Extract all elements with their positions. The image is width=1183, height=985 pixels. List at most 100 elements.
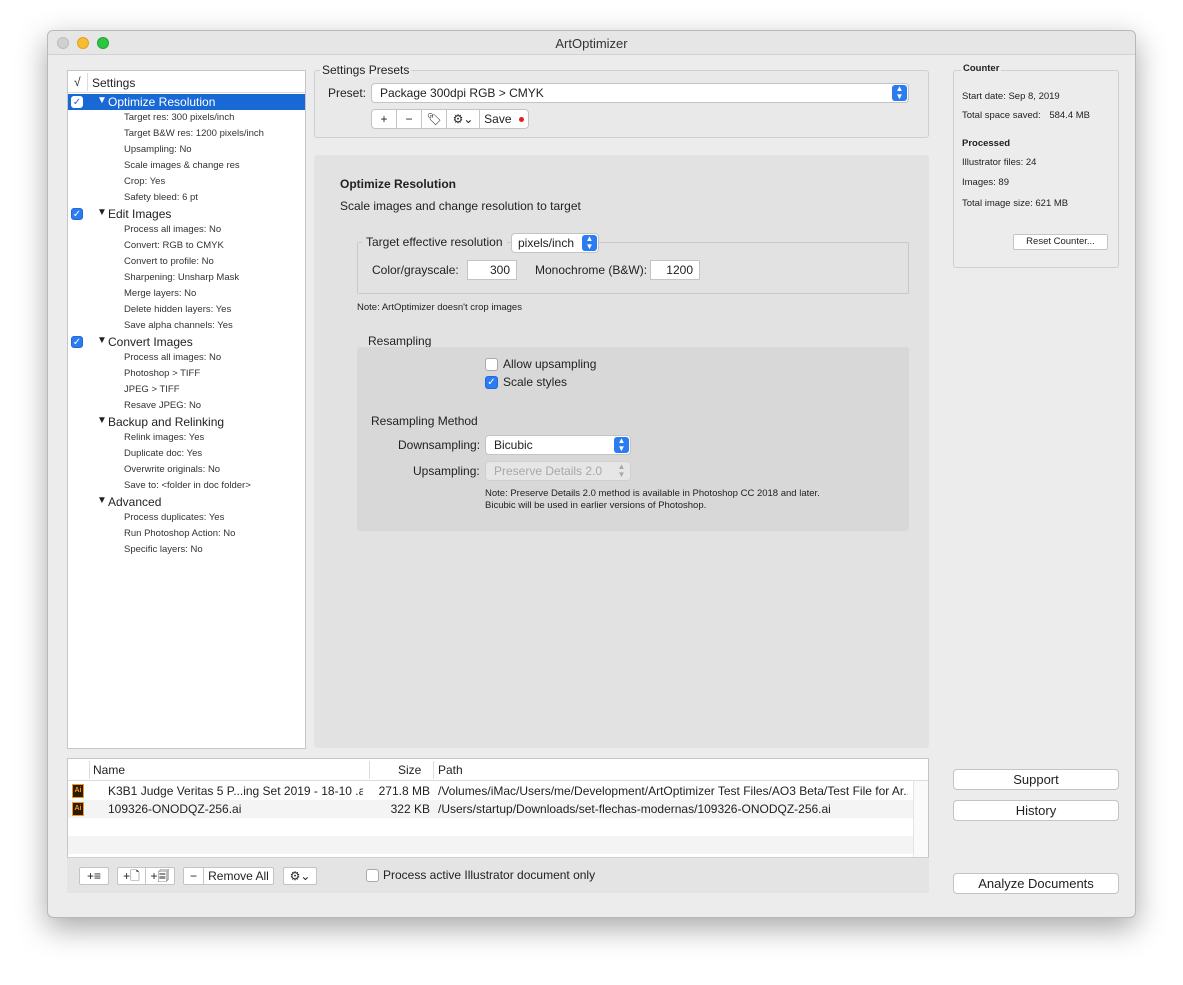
settings-category-label: Convert Images bbox=[108, 335, 193, 349]
start-date: Start date: Sep 8, 2019 bbox=[962, 91, 1060, 102]
settings-item-row[interactable]: Target res: 300 pixels/inch bbox=[68, 110, 305, 126]
settings-item-row[interactable]: Convert: RGB to CMYK bbox=[68, 238, 305, 254]
settings-category-label: Edit Images bbox=[108, 207, 172, 221]
upsampling-label: Upsampling: bbox=[413, 464, 480, 478]
settings-item-row[interactable]: Specific layers: No bbox=[68, 542, 305, 558]
settings-item-row[interactable]: Safety bleed: 6 pt bbox=[68, 190, 305, 206]
total-image-size: Total image size: 621 MB bbox=[962, 198, 1069, 209]
disclosure-triangle-icon[interactable]: ▼ bbox=[97, 207, 107, 218]
file-list-header: Name Size Path bbox=[68, 759, 928, 781]
settings-tree[interactable]: √ Settings ✓ ▼ Optimize Resolution Target r… bbox=[67, 70, 306, 749]
settings-item-row[interactable]: Run Photoshop Action: No bbox=[68, 526, 305, 542]
category-checkbox[interactable]: ✓ bbox=[71, 96, 83, 108]
resolution-unit-value: pixels/inch bbox=[518, 236, 575, 250]
settings-item-row[interactable]: Sharpening: Unsharp Mask bbox=[68, 270, 305, 286]
active-document-only-checkbox[interactable] bbox=[366, 869, 379, 882]
settings-item-label: Duplicate doc: Yes bbox=[124, 448, 203, 459]
preset-gear-menu-button[interactable]: ⚙︎⌄ bbox=[447, 110, 480, 128]
settings-column-header[interactable]: Settings bbox=[92, 76, 135, 90]
panel-title: Optimize Resolution bbox=[340, 177, 457, 191]
category-checkbox[interactable]: ✓ bbox=[71, 336, 83, 348]
scale-styles-label[interactable]: Scale styles bbox=[503, 375, 567, 389]
settings-item-row[interactable]: Convert to profile: No bbox=[68, 254, 305, 270]
settings-item-row[interactable]: Save to: <folder in doc folder> bbox=[68, 478, 305, 494]
settings-item-row[interactable]: Duplicate doc: Yes bbox=[68, 446, 305, 462]
upsampling-select[interactable]: Preserve Details 2.0 ▲ ▼ bbox=[485, 461, 631, 481]
settings-item-label: Delete hidden layers: Yes bbox=[124, 304, 232, 315]
history-button[interactable]: History bbox=[953, 800, 1119, 821]
preset-toolbar: + − 🏷︎ ⚙︎⌄ Save bbox=[371, 109, 529, 129]
reset-counter-button[interactable]: Reset Counter... bbox=[1013, 234, 1108, 250]
empty-row bbox=[68, 836, 913, 854]
settings-item-row[interactable]: Overwrite originals: No bbox=[68, 462, 305, 478]
settings-item-label: Safety bleed: 6 pt bbox=[124, 192, 198, 203]
disclosure-triangle-icon[interactable]: ▼ bbox=[97, 95, 107, 106]
settings-item-row[interactable]: Process all images: No bbox=[68, 222, 305, 238]
column-divider bbox=[433, 761, 434, 779]
settings-item-row[interactable]: Resave JPEG: No bbox=[68, 398, 305, 414]
settings-item-label: Process all images: No bbox=[124, 224, 222, 235]
settings-item-row[interactable]: Relink images: Yes bbox=[68, 430, 305, 446]
disclosure-triangle-icon[interactable]: ▼ bbox=[97, 415, 107, 426]
remove-group: − Remove All bbox=[183, 867, 274, 885]
settings-item-row[interactable]: Scale images & change res bbox=[68, 158, 305, 174]
settings-item-row[interactable]: Process duplicates: Yes bbox=[68, 510, 305, 526]
analyze-documents-button[interactable]: Analyze Documents bbox=[953, 873, 1119, 894]
save-preset-button[interactable]: Save bbox=[480, 110, 528, 128]
allow-upsampling-checkbox[interactable] bbox=[485, 358, 498, 371]
settings-category-row[interactable]: ✓ ▼ Optimize Resolution bbox=[68, 94, 305, 110]
category-checkbox[interactable]: ✓ bbox=[71, 208, 83, 220]
downsampling-select[interactable]: Bicubic ▲ ▼ bbox=[485, 435, 631, 455]
downsampling-label: Downsampling: bbox=[398, 438, 481, 452]
add-list-button[interactable]: +≡ bbox=[79, 867, 109, 885]
check-column-header[interactable]: √ bbox=[74, 75, 81, 89]
color-grayscale-label: Color/grayscale: bbox=[372, 263, 459, 277]
active-document-only-label[interactable]: Process active Illustrator document only bbox=[383, 868, 595, 882]
scale-styles-checkbox[interactable]: ✓ bbox=[485, 376, 498, 389]
preset-select[interactable]: Package 300dpi RGB > CMYK ▲ ▼ bbox=[371, 83, 909, 103]
space-saved-label: Total space saved: bbox=[962, 110, 1041, 121]
color-grayscale-input[interactable]: 300 bbox=[467, 260, 517, 280]
monochrome-input[interactable]: 1200 bbox=[650, 260, 700, 280]
settings-category-label: Backup and Relinking bbox=[108, 415, 225, 429]
window-title: ArtOptimizer bbox=[555, 36, 628, 51]
settings-item-row[interactable]: Merge layers: No bbox=[68, 286, 305, 302]
settings-category-row[interactable]: ▼ Backup and Relinking bbox=[68, 414, 305, 430]
settings-item-label: Process duplicates: Yes bbox=[124, 512, 225, 523]
settings-item-row[interactable]: Save alpha channels: Yes bbox=[68, 318, 305, 334]
settings-item-row[interactable]: Target B&W res: 1200 pixels/inch bbox=[68, 126, 305, 142]
illustrator-file-icon: Ai bbox=[72, 802, 84, 816]
size-column-header[interactable]: Size bbox=[398, 763, 421, 777]
add-folder-button[interactable]: +🗐 bbox=[146, 868, 174, 884]
file-row[interactable]: Ai 109326-ONODQZ-256.ai 322 KB/Users/start… bbox=[68, 800, 913, 818]
disclosure-triangle-icon[interactable]: ▼ bbox=[97, 335, 107, 346]
remove-all-button[interactable]: Remove All bbox=[204, 868, 273, 884]
settings-category-row[interactable]: ▼ Advanced bbox=[68, 494, 305, 510]
settings-item-label: Sharpening: Unsharp Mask bbox=[124, 272, 240, 283]
allow-upsampling-label[interactable]: Allow upsampling bbox=[503, 357, 596, 371]
settings-item-row[interactable]: JPEG > TIFF bbox=[68, 382, 305, 398]
tag-icon[interactable]: 🏷︎ bbox=[422, 110, 447, 128]
settings-item-row[interactable]: Upsampling: No bbox=[68, 142, 305, 158]
settings-category-row[interactable]: ✓ ▼ Edit Images bbox=[68, 206, 305, 222]
settings-item-row[interactable]: Delete hidden layers: Yes bbox=[68, 302, 305, 318]
remove-file-button[interactable]: − bbox=[184, 868, 204, 884]
downsampling-value: Bicubic bbox=[494, 438, 533, 452]
add-preset-button[interactable]: + bbox=[372, 110, 397, 128]
file-gear-menu-button[interactable]: ⚙︎⌄ bbox=[283, 867, 317, 885]
settings-item-row[interactable]: Process all images: No bbox=[68, 350, 305, 366]
disclosure-triangle-icon[interactable]: ▼ bbox=[97, 495, 107, 506]
crop-note: Note: ArtOptimizer doesn't crop images bbox=[357, 302, 522, 313]
upsampling-value: Preserve Details 2.0 bbox=[494, 464, 603, 478]
name-column-header[interactable]: Name bbox=[93, 763, 125, 777]
settings-category-row[interactable]: ✓ ▼ Convert Images bbox=[68, 334, 305, 350]
path-column-header[interactable]: Path bbox=[438, 763, 463, 777]
settings-item-row[interactable]: Crop: Yes bbox=[68, 174, 305, 190]
settings-item-row[interactable]: Photoshop > TIFF bbox=[68, 366, 305, 382]
file-row[interactable]: Ai K3B1 Judge Veritas 5 P...ing Set 2019 … bbox=[68, 782, 913, 800]
support-button[interactable]: Support bbox=[953, 769, 1119, 790]
space-saved: Total space saved: 584.4 MB bbox=[962, 110, 1090, 121]
remove-preset-button[interactable]: − bbox=[397, 110, 422, 128]
resolution-unit-select[interactable]: pixels/inch ▲ ▼ bbox=[511, 233, 599, 253]
add-file-button[interactable]: +🗋 bbox=[118, 868, 146, 884]
